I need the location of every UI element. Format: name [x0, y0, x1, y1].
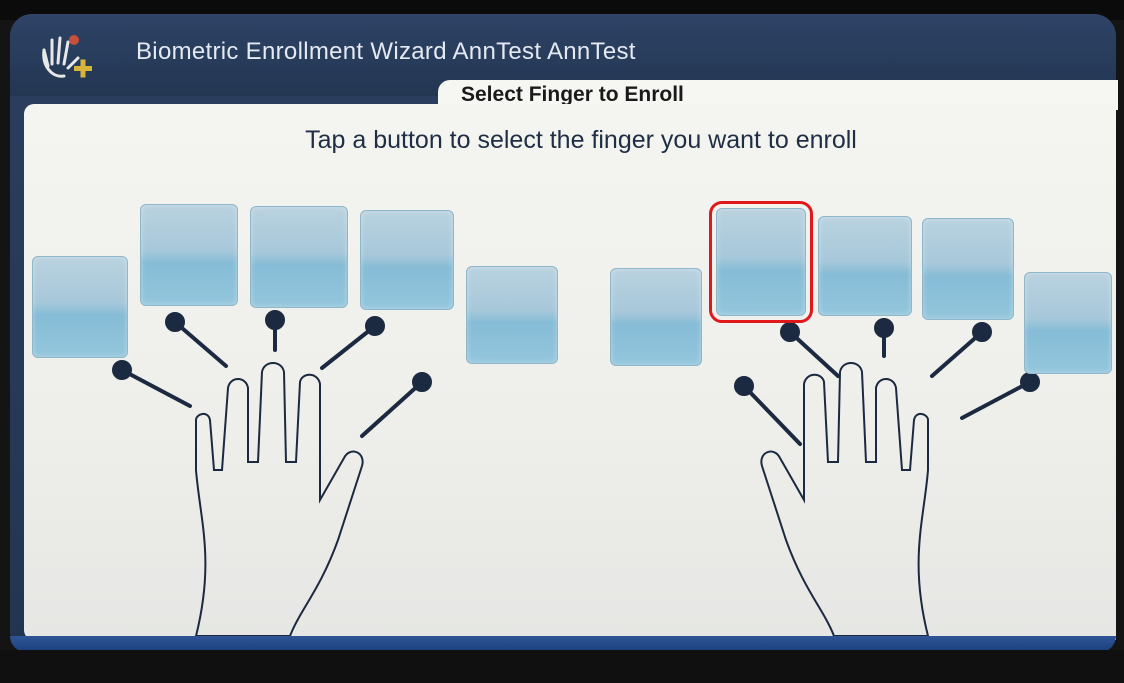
finger-button-right-little[interactable] [1024, 272, 1112, 374]
finger-button-right-thumb[interactable] [610, 268, 702, 366]
finger-button-left-thumb[interactable] [466, 266, 558, 364]
finger-button-left-little[interactable] [32, 256, 128, 358]
device-bezel-bottom [0, 650, 1124, 683]
finger-button-right-ring[interactable] [922, 218, 1014, 320]
finger-button-left-index[interactable] [360, 210, 454, 310]
finger-button-left-ring[interactable] [140, 204, 238, 306]
hands-illustration [112, 310, 1040, 637]
finger-button-left-middle[interactable] [250, 206, 348, 308]
finger-button-right-index[interactable] [709, 201, 813, 323]
finger-button-right-middle[interactable] [818, 216, 912, 316]
